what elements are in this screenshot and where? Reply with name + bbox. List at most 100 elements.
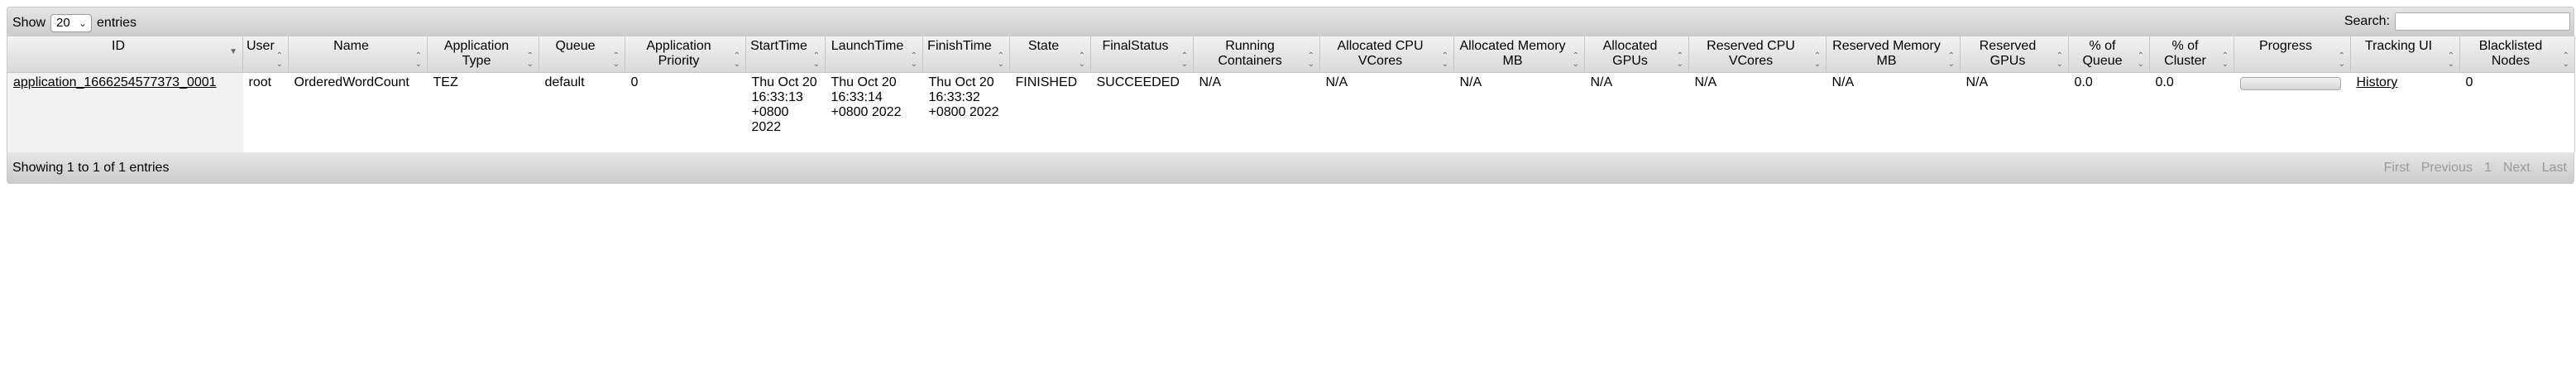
cell-id: application_1666254577373_0001: [7, 72, 243, 152]
cell-alloc-vcores: N/A: [1319, 72, 1454, 152]
column-header-label: % of: [2171, 39, 2199, 53]
cell-app-type: TEZ: [427, 72, 539, 152]
cell-progress: [2234, 72, 2351, 152]
sort-both-icon: ⌃ ⌄: [1078, 51, 1085, 69]
cell-final-status: SUCCEEDED: [1090, 72, 1194, 152]
column-header-13[interactable]: Allocated Memory MB ⌃ ⌄: [1453, 36, 1585, 73]
column-header-label-line2: GPUs: [1612, 54, 1648, 68]
sort-both-icon: ⌃ ⌄: [1307, 51, 1314, 69]
application-id-link[interactable]: application_1666254577373_0001: [13, 75, 217, 89]
column-header-15[interactable]: Reserved CPU VCores ⌃ ⌄: [1688, 36, 1827, 73]
sort-both-icon: ⌃ ⌄: [275, 51, 283, 69]
column-header-label: Allocated CPU: [1337, 39, 1424, 53]
cell-start-time: Thu Oct 20 16:33:13 +0800 2022: [745, 72, 826, 152]
column-header-label-line2: Nodes: [2491, 54, 2531, 68]
column-header-label: StartTime: [750, 39, 807, 53]
table-info: Showing 1 to 1 of 1 entries: [12, 160, 170, 175]
pagination: First Previous 1 Next Last: [2384, 161, 2567, 176]
column-header-label: FinishTime: [927, 39, 992, 53]
tracking-ui-link[interactable]: History: [2357, 75, 2398, 89]
column-header-3[interactable]: Application Type ⌃ ⌄: [427, 36, 539, 73]
column-header-14[interactable]: Allocated GPUs ⌃ ⌄: [1584, 36, 1689, 73]
table-footer: Showing 1 to 1 of 1 entries First Previo…: [7, 152, 2574, 184]
search-control: Search:: [2344, 12, 2570, 31]
cell-tracking-ui: History: [2350, 72, 2460, 152]
column-header-label: Application: [646, 39, 711, 53]
column-header-label: Allocated: [1602, 39, 1658, 53]
column-header-label: FinalStatus: [1102, 39, 1169, 53]
column-header-label: LaunchTime: [831, 39, 904, 53]
applications-table: ID ▼ User ⌃ ⌄ Name ⌃ ⌄ Application Type ⌃ ⌄ Queue ⌃ ⌄ A…: [7, 36, 2575, 152]
progress-bar: [2239, 77, 2341, 90]
column-header-label: Running: [1225, 39, 1275, 53]
first-page-button[interactable]: First: [2384, 161, 2410, 176]
column-header-label-line2: MB: [1876, 54, 1897, 68]
column-header-label: Queue: [555, 39, 596, 53]
page-1-button[interactable]: 1: [2484, 161, 2492, 176]
show-label: Show: [12, 16, 46, 30]
sort-both-icon: ⌃ ⌄: [612, 51, 620, 69]
column-header-22[interactable]: Blacklisted Nodes ⌃ ⌄: [2459, 36, 2575, 73]
sort-both-icon: ⌃ ⌄: [1180, 51, 1188, 69]
column-header-5[interactable]: Application Priority ⌃ ⌄: [625, 36, 746, 73]
column-header-20[interactable]: Progress ⌃ ⌄: [2234, 36, 2351, 73]
column-header-label: State: [1027, 39, 1060, 53]
column-header-7[interactable]: LaunchTime ⌃ ⌄: [825, 36, 923, 73]
column-header-1[interactable]: User ⌃ ⌄: [242, 36, 289, 73]
column-header-0[interactable]: ID ▼: [7, 36, 243, 73]
page-size-select[interactable]: 20 ⌄: [50, 14, 93, 32]
sort-both-icon: ⌃ ⌄: [910, 51, 917, 69]
column-header-label-line2: VCores: [1357, 54, 1403, 68]
column-header-label: Tracking UI: [2364, 39, 2433, 53]
column-header-4[interactable]: Queue ⌃ ⌄: [539, 36, 625, 73]
cell-res-gpus: N/A: [1960, 72, 2069, 152]
column-header-9[interactable]: State ⌃ ⌄: [1009, 36, 1091, 73]
sort-desc-icon: ▼: [229, 47, 237, 56]
column-header-label-line2: Priority: [658, 54, 700, 68]
sort-both-icon: ⌃ ⌄: [414, 51, 422, 69]
sort-both-icon: ⌃ ⌄: [2056, 51, 2063, 69]
page-length-control: Show 20 ⌄ entries: [12, 14, 136, 32]
cell-name: OrderedWordCount: [288, 72, 428, 152]
sort-both-icon: ⌃ ⌄: [2562, 51, 2569, 69]
table-header-row: ID ▼ User ⌃ ⌄ Name ⌃ ⌄ Application Type ⌃ ⌄ Queue ⌃ ⌄ A…: [7, 36, 2575, 73]
cell-pct-cluster: 0.0: [2149, 72, 2234, 152]
column-header-label: Application: [443, 39, 510, 53]
search-input[interactable]: [2395, 12, 2570, 31]
column-header-16[interactable]: Reserved Memory MB ⌃ ⌄: [1826, 36, 1961, 73]
chevron-down-icon: ⌄: [78, 17, 88, 29]
table-body: application_1666254577373_0001 root Ordere…: [7, 72, 2575, 152]
column-header-19[interactable]: % of Cluster ⌃ ⌄: [2149, 36, 2234, 73]
next-page-button[interactable]: Next: [2503, 161, 2531, 176]
cell-blacklisted: 0: [2459, 72, 2575, 152]
column-header-label: Reserved: [1979, 39, 2037, 53]
column-header-10[interactable]: FinalStatus ⌃ ⌄: [1090, 36, 1194, 73]
cell-pct-queue: 0.0: [2068, 72, 2150, 152]
column-header-label-line2: Containers: [1218, 54, 1282, 68]
column-header-21[interactable]: Tracking UI ⌃ ⌄: [2350, 36, 2460, 73]
column-header-label: Reserved CPU: [1707, 39, 1795, 53]
column-header-17[interactable]: Reserved GPUs ⌃ ⌄: [1960, 36, 2069, 73]
last-page-button[interactable]: Last: [2542, 161, 2567, 176]
column-header-6[interactable]: StartTime ⌃ ⌄: [745, 36, 826, 73]
column-header-12[interactable]: Allocated CPU VCores ⌃ ⌄: [1319, 36, 1454, 73]
previous-page-button[interactable]: Previous: [2421, 161, 2473, 176]
cell-alloc-gpus: N/A: [1584, 72, 1689, 152]
column-header-2[interactable]: Name ⌃ ⌄: [288, 36, 428, 73]
column-header-label: Progress: [2258, 39, 2313, 53]
sort-both-icon: ⌃ ⌄: [1676, 51, 1683, 69]
column-header-label-line2: VCores: [1728, 54, 1774, 68]
column-header-11[interactable]: Running Containers ⌃ ⌄: [1193, 36, 1320, 73]
column-header-label-line2: Queue: [2082, 54, 2123, 68]
sort-both-icon: ⌃ ⌄: [2447, 51, 2454, 69]
sort-both-icon: ⌃ ⌄: [2137, 51, 2144, 69]
column-header-label: Allocated Memory: [1459, 39, 1566, 53]
sort-both-icon: ⌃ ⌄: [733, 51, 740, 69]
table-row: application_1666254577373_0001 root Ordere…: [7, 72, 2575, 152]
column-header-8[interactable]: FinishTime ⌃ ⌄: [922, 36, 1010, 73]
column-header-label: % of: [2089, 39, 2116, 53]
cell-running-containers: N/A: [1193, 72, 1320, 152]
sort-both-icon: ⌃ ⌄: [1572, 51, 1579, 69]
column-header-18[interactable]: % of Queue ⌃ ⌄: [2068, 36, 2150, 73]
applications-panel: Show 20 ⌄ entries Search: ID ▼ User ⌃ ⌄ Name ⌃…: [7, 7, 2575, 184]
